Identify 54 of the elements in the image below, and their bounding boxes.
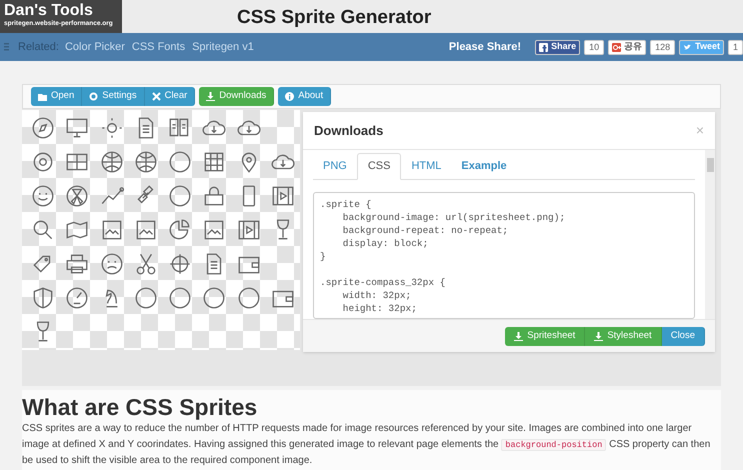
toolbar-button[interactable]: Open [31, 87, 82, 106]
smiley-icon [30, 183, 56, 209]
circle-icon [236, 285, 262, 311]
tab[interactable]: Example [451, 153, 517, 180]
gauge-icon [64, 285, 90, 311]
bird-icon [683, 42, 692, 52]
article-heading: What are CSS Sprites [22, 396, 258, 419]
dialog-button[interactable]: Spritesheet [505, 326, 586, 346]
circle-icon [167, 183, 194, 209]
related-label: Related: [18, 40, 59, 55]
settings-icon [89, 92, 98, 101]
dialog-button[interactable]: Stylesheet [585, 326, 662, 346]
close-button[interactable]: × [696, 120, 704, 141]
circle-icon [167, 285, 194, 311]
share-button[interactable]: Share [535, 40, 580, 54]
tab[interactable]: CSS [356, 153, 402, 180]
share-button[interactable]: 공유 [608, 40, 646, 54]
circle-icon [201, 285, 228, 311]
facebook-icon [539, 42, 548, 52]
toolbar-button[interactable]: Downloads [199, 87, 274, 106]
article-paragraph: CSS sprites are a way to reduce the number of HTTP requests made for image resources referenced by your site. Images are combined into one larger image at defined X and Y coorindates. Having assigned this generated image to relevant page elements the background-position CSS property can then be used to shift the visible area to the required component image. [22, 422, 712, 468]
download-icon [514, 332, 524, 340]
download-icon [594, 332, 604, 340]
share-count: 10 [584, 40, 604, 54]
share-count: 1 [728, 40, 743, 54]
dialog-title: Downloads [314, 122, 384, 140]
circle-icon [132, 285, 159, 311]
download-icon [206, 92, 216, 101]
dialog-button[interactable]: Close [662, 326, 705, 346]
info-icon [285, 92, 294, 101]
compass-icon [30, 115, 56, 141]
share-label: Please Share! [448, 40, 522, 55]
nav-link[interactable]: Spritegen v1 [192, 38, 254, 56]
close-icon [152, 92, 161, 101]
share-button[interactable]: Tweet [679, 40, 724, 54]
folder-icon [38, 92, 47, 101]
share-count: 128 [650, 40, 676, 54]
page-title: CSS Sprite Generator [237, 8, 432, 27]
globe-icon [132, 149, 159, 175]
menu-icon[interactable] [4, 43, 9, 51]
plus-icon [612, 42, 622, 52]
nav-link[interactable]: CSS Fonts [132, 38, 186, 56]
toolbar-button[interactable]: Clear [144, 87, 196, 106]
nav-link[interactable]: Color Picker [64, 38, 125, 56]
logo-title: Dan's Tools [4, 3, 94, 19]
scrollbar[interactable] [705, 150, 715, 319]
tab[interactable]: PNG [313, 153, 357, 180]
toolbar-button[interactable]: About [278, 87, 332, 106]
globe-icon [98, 149, 125, 175]
toolbar-button[interactable]: Settings [82, 87, 145, 106]
circle-icon [167, 149, 194, 175]
tab[interactable]: HTML [401, 153, 452, 180]
code-block: .sprite { background-image: url(spritesheet.png); background-repeat: no-repeat; display: block; } .sprite-compass_32px { width: 32px; height: 32px; [313, 192, 695, 319]
sad-face-icon [98, 251, 125, 277]
